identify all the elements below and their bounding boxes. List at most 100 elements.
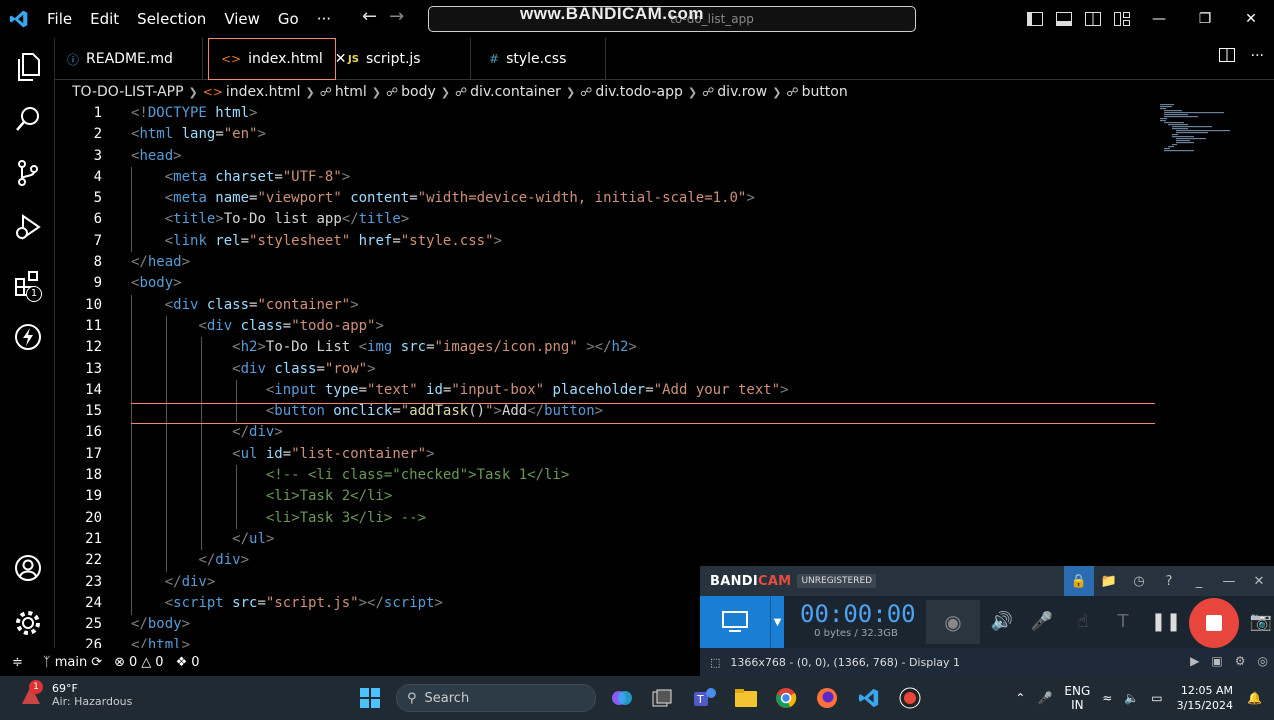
chevron-up-icon[interactable]: ⌃ <box>1009 691 1031 705</box>
breadcrumb-button[interactable]: button <box>802 84 848 100</box>
ports-indicator[interactable]: ❖ 0 <box>170 655 206 670</box>
breadcrumb-container[interactable]: div.container <box>470 84 561 100</box>
code-line[interactable]: 14 <input type="text" id="input-box" pla… <box>55 380 1155 401</box>
split-editor-icon[interactable] <box>1218 48 1235 66</box>
tab-script-js[interactable]: JS script.js <box>336 38 471 80</box>
run-debug-icon[interactable] <box>0 202 55 252</box>
start-icon[interactable] <box>356 684 384 712</box>
help-icon[interactable]: ? <box>1154 566 1184 596</box>
close-icon[interactable]: ✕ <box>1244 566 1274 596</box>
accounts-icon[interactable] <box>0 543 55 593</box>
more-actions-icon[interactable]: ··· <box>1251 48 1264 66</box>
broadcast-icon[interactable]: ◎ <box>1258 654 1268 668</box>
code-line[interactable]: 6 <title>To-Do list app</title> <box>55 209 1155 230</box>
video-icon[interactable]: ▶ <box>1190 654 1199 668</box>
menu-more[interactable]: ··· <box>308 0 340 38</box>
minimap[interactable] <box>1158 103 1248 163</box>
webcam-icon[interactable]: ◉ <box>926 600 980 644</box>
weather-widget[interactable]: 1 69°F Air: Hazardous <box>18 680 132 708</box>
camera-icon[interactable]: 📷 <box>1248 608 1274 634</box>
breadcrumb-todo-app[interactable]: div.todo-app <box>595 84 683 100</box>
task-view-icon[interactable] <box>648 684 676 712</box>
problems-indicator[interactable]: ⊗ 0 △ 0 <box>108 655 169 670</box>
lightning-icon[interactable] <box>0 312 55 362</box>
clock[interactable]: 12:05 AM 3/15/2024 <box>1169 683 1241 713</box>
code-line[interactable]: 4 <meta charset="UTF-8"> <box>55 167 1155 188</box>
mini-icon[interactable]: _ <box>1184 566 1214 596</box>
tab-index-html[interactable]: <> index.html ✕ <box>208 38 347 80</box>
notification-bell-icon[interactable]: 🔔 <box>1241 691 1274 705</box>
volume-icon[interactable]: 🔈 <box>1118 691 1145 705</box>
customize-layout-icon[interactable] <box>1107 0 1136 38</box>
toggle-secondary-sidebar-icon[interactable] <box>1078 0 1107 38</box>
screen-mode-icon[interactable] <box>700 596 770 648</box>
clock-icon[interactable]: ◷ <box>1124 566 1154 596</box>
battery-icon[interactable]: ▭ <box>1145 691 1168 705</box>
toggle-panel-icon[interactable] <box>1049 0 1078 38</box>
vscode-logo-icon[interactable] <box>0 0 38 38</box>
breadcrumb-file[interactable]: index.html <box>226 84 301 100</box>
firefox-icon[interactable] <box>813 684 841 712</box>
code-line[interactable]: 11 <div class="todo-app"> <box>55 316 1155 337</box>
code-line[interactable]: 15 <button onclick="addTask()">Add</butt… <box>55 401 1155 422</box>
minimize-icon[interactable]: — <box>1136 0 1182 38</box>
restore-icon[interactable]: ❐ <box>1182 0 1228 38</box>
bandicam-taskbar-icon[interactable] <box>896 684 924 712</box>
explorer-icon[interactable] <box>0 42 55 92</box>
mode-dropdown-icon[interactable]: ▼ <box>770 596 784 648</box>
code-line[interactable]: 7 <link rel="stylesheet" href="style.css… <box>55 231 1155 252</box>
breadcrumb-html[interactable]: html <box>335 84 367 100</box>
code-line[interactable]: 5 <meta name="viewport" content="width=d… <box>55 188 1155 209</box>
code-line[interactable]: 20 <li>Task 3</li> --> <box>55 508 1155 529</box>
menu-file[interactable]: File <box>38 0 81 38</box>
pause-icon[interactable]: ❚❚ <box>1151 608 1181 634</box>
gear-icon[interactable] <box>0 598 55 648</box>
folder-icon[interactable]: 📁 <box>1094 566 1124 596</box>
speaker-icon[interactable]: 🔊 <box>989 608 1015 634</box>
click-effect-icon[interactable]: ☝ <box>1070 608 1096 634</box>
chrome-icon[interactable] <box>772 684 800 712</box>
code-line[interactable]: 8 </head> <box>55 252 1155 273</box>
code-line[interactable]: 1 <!DOCTYPE html> <box>55 103 1155 124</box>
branch-indicator[interactable]: ᛉ main ⟳ <box>37 655 108 670</box>
vscode-taskbar-icon[interactable] <box>855 684 883 712</box>
code-line[interactable]: 10 <div class="container"> <box>55 295 1155 316</box>
minimize-icon[interactable]: — <box>1214 566 1244 596</box>
code-line[interactable]: 16 </div> <box>55 422 1155 443</box>
taskbar-search[interactable]: ⚲ Search <box>396 684 596 712</box>
copilot-icon[interactable] <box>608 684 636 712</box>
code-line[interactable]: 9 <body> <box>55 273 1155 294</box>
tab-readme[interactable]: ⓘ README.md <box>55 38 203 80</box>
lock-icon[interactable]: 🔒 <box>1064 566 1094 596</box>
code-line[interactable]: 12 <h2>To-Do List <img src="images/icon.… <box>55 337 1155 358</box>
extensions-icon[interactable]: 1 <box>0 258 55 308</box>
code-line[interactable]: 13 <div class="row"> <box>55 359 1155 380</box>
search-icon[interactable] <box>0 94 55 144</box>
tab-style-css[interactable]: # style.css <box>471 38 606 80</box>
text-icon[interactable]: T <box>1110 608 1136 634</box>
code-line[interactable]: 18 <!-- <li class="checked">Task 1</li> <box>55 465 1155 486</box>
microphone-icon[interactable]: 🎤 <box>1029 608 1055 634</box>
remote-icon[interactable]: ≑ <box>0 655 37 670</box>
teams-icon[interactable]: T <box>690 684 718 712</box>
menu-go[interactable]: Go <box>269 0 308 38</box>
source-control-icon[interactable] <box>0 148 55 198</box>
breadcrumb-root[interactable]: TO-DO-LIST-APP <box>72 84 184 100</box>
code-line[interactable]: 17 <ul id="list-container"> <box>55 444 1155 465</box>
wifi-icon[interactable]: ≈ <box>1096 691 1118 705</box>
stop-record-button[interactable] <box>1189 598 1239 648</box>
menu-view[interactable]: View <box>215 0 269 38</box>
image-icon[interactable]: ▣ <box>1211 654 1222 668</box>
microphone-tray-icon[interactable]: 🎤 <box>1031 691 1058 705</box>
back-arrow-icon[interactable]: ← <box>362 6 377 27</box>
code-line[interactable]: 2 <html lang="en"> <box>55 124 1155 145</box>
code-line[interactable]: 3 <head> <box>55 146 1155 167</box>
breadcrumb-row[interactable]: div.row <box>717 84 767 100</box>
language-indicator[interactable]: ENG IN <box>1058 684 1096 712</box>
menu-edit[interactable]: Edit <box>81 0 128 38</box>
code-line[interactable]: 21 </ul> <box>55 529 1155 550</box>
close-window-icon[interactable]: ✕ <box>1228 0 1274 38</box>
toggle-primary-sidebar-icon[interactable] <box>1020 0 1049 38</box>
menu-selection[interactable]: Selection <box>128 0 215 38</box>
code-line[interactable]: 19 <li>Task 2</li> <box>55 486 1155 507</box>
